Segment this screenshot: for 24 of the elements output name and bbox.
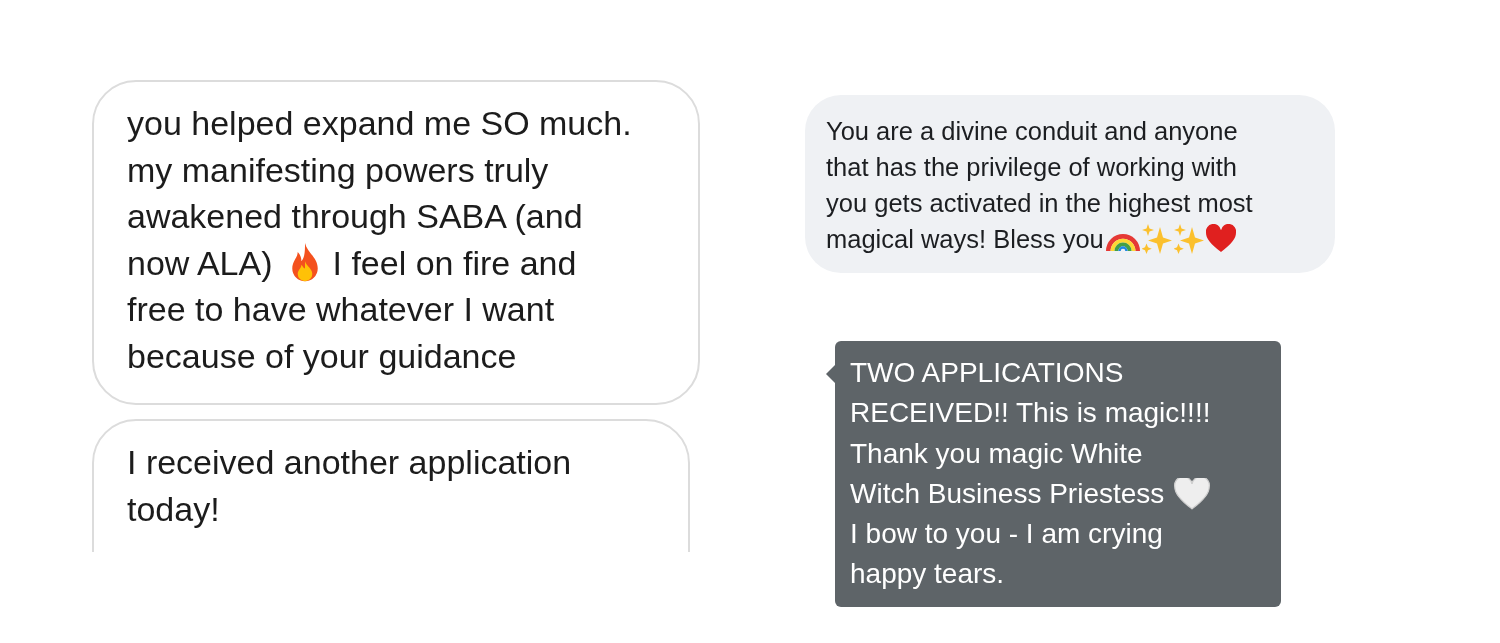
message-text: Witch Business Priestess	[850, 476, 1165, 511]
heart-icon	[1174, 478, 1211, 511]
rainbow-icon	[1105, 234, 1140, 251]
message-text: You are a divine conduit and anyone	[826, 116, 1238, 147]
sparkles-icon	[1173, 224, 1204, 254]
message-text: I received another application	[127, 442, 572, 483]
message-text: RECEIVED!! This is magic!!!!	[850, 396, 1211, 431]
message-text: I bow to you - I am crying	[850, 517, 1163, 552]
sparkles-icon	[1141, 224, 1172, 254]
message-text: that has the privilege of working with	[826, 152, 1238, 183]
message-text: happy tears.	[850, 557, 1005, 592]
message-text: free to have whatever I want	[127, 289, 555, 330]
message-text: today!	[127, 488, 220, 530]
message-text: my manifesting powers truly	[127, 149, 549, 191]
message-text: you helped expand me SO much.	[127, 103, 632, 144]
heart-icon	[1205, 224, 1236, 254]
message-text: because of your guidance	[127, 335, 517, 377]
message-text: now ALA)	[127, 242, 273, 284]
message-text: you gets activated in the highest most	[826, 188, 1253, 219]
message-text: TWO APPLICATIONS	[850, 356, 1124, 390]
message-text: magical ways! Bless you	[826, 224, 1104, 255]
message-text: awakened through SABA (and	[127, 196, 583, 237]
message-text: I feel on fire and	[332, 242, 577, 284]
message-text: Thank you magic White	[850, 436, 1143, 471]
